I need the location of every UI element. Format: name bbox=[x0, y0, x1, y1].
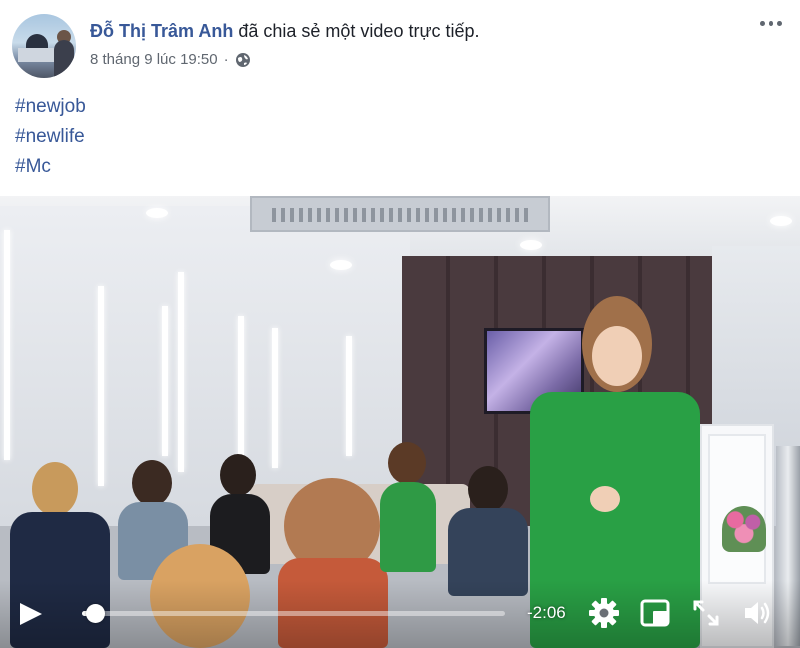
author-name-link[interactable]: Đỗ Thị Trâm Anh bbox=[90, 21, 233, 41]
video-scene-flowers bbox=[722, 506, 766, 552]
play-icon[interactable] bbox=[18, 602, 44, 626]
post-timestamp-link[interactable]: 8 tháng 9 lúc 19:50 bbox=[90, 50, 218, 70]
globe-icon[interactable] bbox=[235, 52, 251, 68]
hashtag-link[interactable]: #Mc bbox=[15, 152, 86, 182]
video-scene-person bbox=[380, 442, 436, 572]
progress-bar[interactable] bbox=[82, 604, 505, 623]
video-scene-shelf bbox=[708, 434, 766, 584]
avatar[interactable] bbox=[12, 14, 76, 78]
more-options-icon[interactable] bbox=[760, 18, 783, 28]
post-meta: 8 tháng 9 lúc 19:50 · bbox=[90, 50, 251, 70]
progress-scrubber-handle[interactable] bbox=[86, 604, 105, 623]
hashtag-link[interactable]: #newjob bbox=[15, 92, 86, 122]
post-action-text: đã chia sẻ một video trực tiếp. bbox=[238, 21, 480, 41]
video-controls-bar: -2:06 bbox=[0, 580, 800, 648]
avatar-person-body bbox=[54, 40, 74, 78]
video-scene-light bbox=[146, 208, 168, 218]
video-scene-led-strip bbox=[178, 272, 184, 472]
video-scene-led-strip bbox=[272, 328, 278, 468]
video-scene-led-strip bbox=[162, 306, 168, 456]
fullscreen-icon[interactable] bbox=[689, 596, 723, 630]
video-scene-ac-vent bbox=[250, 196, 550, 232]
hashtag-list: #newjob #newlife #Mc bbox=[15, 92, 86, 182]
more-dot bbox=[777, 20, 783, 26]
meta-separator: · bbox=[223, 51, 229, 68]
picture-in-picture-icon[interactable] bbox=[638, 596, 672, 630]
avatar-building-shape bbox=[18, 48, 58, 62]
time-remaining: -2:06 bbox=[527, 603, 566, 622]
video-scene-light bbox=[770, 216, 792, 226]
video-scene-led-strip bbox=[346, 336, 352, 456]
video-scene-led-strip bbox=[98, 286, 104, 486]
speaker-icon[interactable] bbox=[740, 596, 774, 630]
more-dot bbox=[768, 20, 774, 26]
post-title-line: Đỗ Thị Trâm Anh đã chia sẻ một video trự… bbox=[90, 20, 480, 42]
video-scene-light bbox=[330, 260, 352, 270]
gear-icon[interactable] bbox=[587, 596, 621, 630]
more-dot bbox=[760, 20, 765, 26]
video-scene-light bbox=[520, 240, 542, 250]
video-scene-person bbox=[448, 466, 528, 596]
post-header: Đỗ Thị Trâm Anh đã chia sẻ một video trự… bbox=[0, 0, 800, 90]
hashtag-link[interactable]: #newlife bbox=[15, 122, 86, 152]
video-scene-led-strip bbox=[4, 230, 10, 460]
video-player[interactable]: -2:06 bbox=[0, 196, 800, 648]
